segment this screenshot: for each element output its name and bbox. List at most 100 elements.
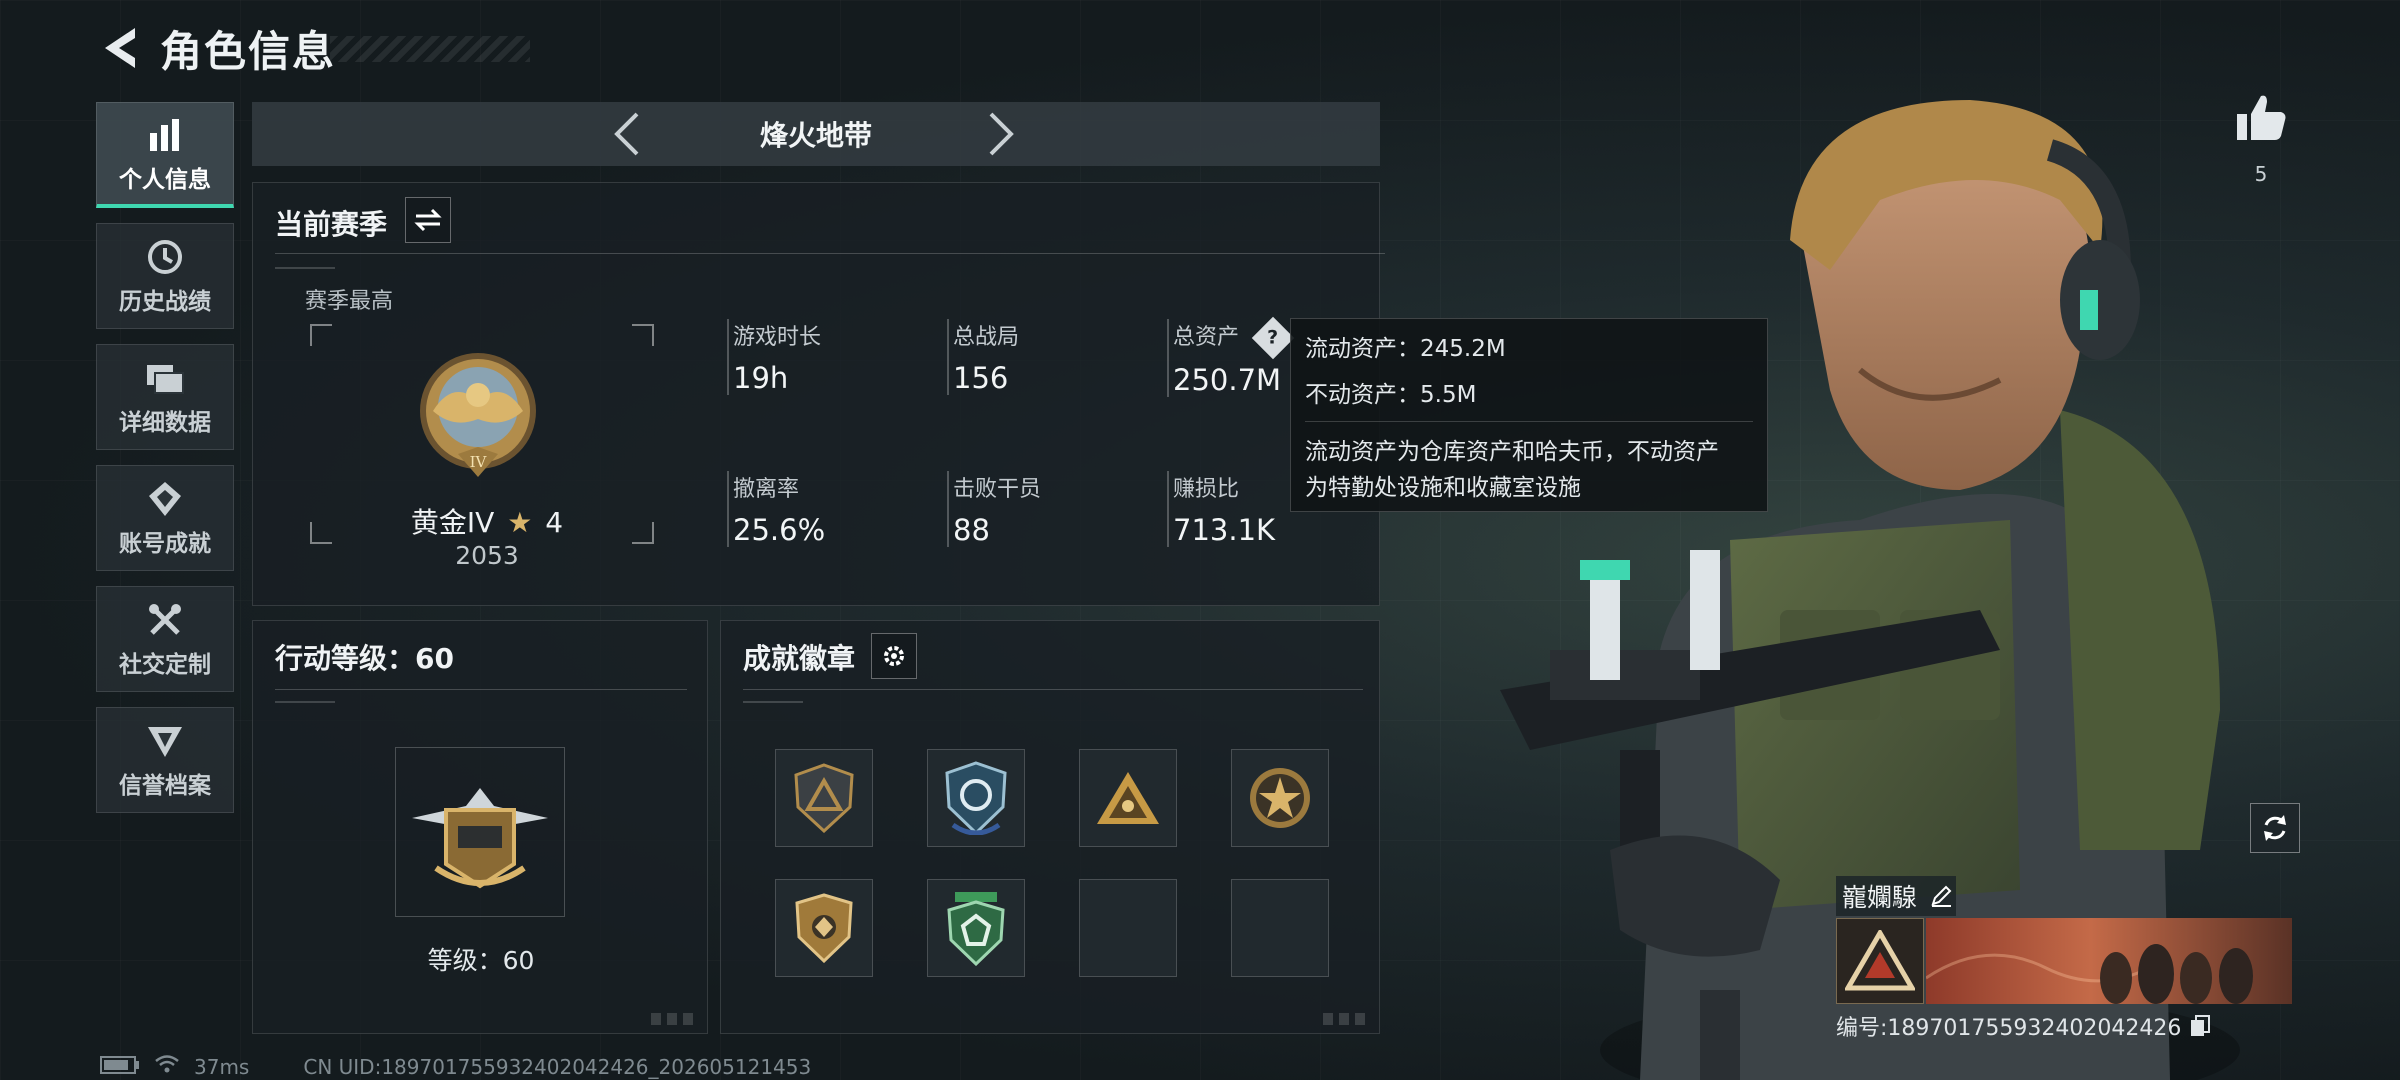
status-bar: 37ms CN UID:189701755932402042426_202605… [100, 1054, 811, 1079]
title-decoration [330, 36, 530, 62]
help-icon[interactable]: ? [1251, 316, 1295, 360]
gear-icon [884, 646, 904, 666]
decoration-marks [743, 701, 803, 709]
season-best-label: 赛季最高 [305, 289, 394, 314]
stat-value: 25.6% [733, 513, 826, 547]
stat-value: 88 [953, 513, 990, 547]
season-title: 当前赛季 [275, 208, 388, 241]
delta-force-emblem [412, 788, 548, 889]
sidebar-item-detailed-data[interactable]: 详细数据 [96, 344, 234, 450]
sidebar-item-social-custom[interactable]: 社交定制 [96, 586, 234, 692]
battery-icon [100, 1055, 140, 1079]
tooltip-liquid-assets: 流动资产：245.2M [1305, 336, 1506, 362]
uid-text: CN UID:189701755932402042426_20260512145… [303, 1054, 812, 1079]
mode-name: 烽火地带 [759, 119, 872, 152]
decoration-marks [275, 267, 335, 275]
sidebar-item-label: 社交定制 [119, 652, 211, 678]
copy-icon[interactable] [2189, 1014, 2211, 1038]
chevron-left-icon [614, 112, 639, 156]
achievement-icon [147, 478, 183, 520]
level-text: 等级：60 [427, 946, 535, 975]
badge-slot[interactable] [1231, 749, 1329, 847]
rank-name: 黄金IV [410, 506, 495, 539]
like-button[interactable]: 5 [2226, 94, 2296, 186]
chevron-right-icon [989, 112, 1014, 156]
badge-slot[interactable] [927, 749, 1025, 847]
refresh-model-button[interactable] [2250, 803, 2300, 853]
badge-slot[interactable] [1079, 749, 1177, 847]
rank-name-row: 黄金IV ★ 4 [337, 501, 637, 541]
back-arrow-icon [105, 28, 135, 68]
player-banner[interactable] [1926, 918, 2292, 1004]
swap-icon [414, 208, 442, 232]
decoration-marks [651, 1013, 697, 1025]
action-level-title: 行动等级：60 [275, 642, 454, 675]
badge-slot[interactable] [775, 879, 873, 977]
stat-label: 总资产 [1173, 325, 1240, 350]
bar-chart-icon [147, 114, 183, 156]
sidebar-item-history[interactable]: 历史战绩 [96, 223, 234, 329]
sidebar-item-achievements[interactable]: 账号成就 [96, 465, 234, 571]
prev-mode-button[interactable] [602, 108, 652, 160]
tooltip-desc-line: 流动资产为仓库资产和哈夫币，不动资产 [1305, 439, 1719, 465]
player-id: 编号:189701755932402042426 [1836, 1016, 2182, 1041]
sidebar-item-reputation[interactable]: 信誉档案 [96, 707, 234, 813]
badge-slot-empty[interactable] [1231, 879, 1329, 977]
badge-settings-button[interactable] [871, 633, 917, 679]
divider [743, 689, 1363, 690]
player-card: 巃孄騡 编号:189701755932402042426 [1836, 876, 2298, 1042]
badge-slot-empty[interactable] [1079, 879, 1177, 977]
page-title: 角色信息 [160, 26, 337, 76]
sidebar-item-personal-info[interactable]: 个人信息 [96, 102, 234, 208]
stat-label-row: 总资产 ? [1173, 316, 1295, 360]
divider [275, 253, 1385, 254]
rank-score: 2053 [455, 541, 519, 570]
badge-slot[interactable] [927, 879, 1025, 977]
player-id-row: 编号:189701755932402042426 [1836, 1010, 2298, 1042]
tooltip-description: 流动资产为仓库资产和哈夫币，不动资产 为特勤处设施和收藏室设施 [1305, 434, 1753, 506]
badge-slot[interactable] [775, 749, 873, 847]
stat-value: 156 [953, 361, 1009, 395]
stat-label: 游戏时长 [733, 325, 822, 350]
stat-total-assets: 总资产 ? 250.7M [1167, 316, 1295, 397]
sidebar-item-label: 账号成就 [119, 531, 211, 557]
refresh-icon [2264, 815, 2286, 841]
stat-kills: 击败干员 88 [947, 471, 1041, 547]
mode-selector: 烽火地带 [252, 102, 1380, 166]
player-name-row: 巃孄騡 [1836, 876, 1956, 916]
stat-value: 250.7M [1173, 363, 1282, 397]
next-mode-button[interactable] [976, 108, 1026, 160]
bronze-shield-badge-icon [795, 893, 853, 963]
tooltip-fixed-assets: 不动资产：5.5M [1305, 382, 1477, 408]
level-emblem-frame [395, 747, 565, 917]
folder-icon [145, 357, 185, 399]
assets-tooltip: 流动资产：245.2M 不动资产：5.5M 流动资产为仓库资产和哈夫币，不动资产… [1290, 318, 1768, 512]
green-shield-badge-icon [947, 892, 1005, 966]
gold-triangle-badge-icon [1097, 772, 1159, 824]
stat-total-matches: 总战局 156 [947, 319, 1019, 395]
switch-season-button[interactable] [405, 197, 451, 243]
stat-value: 713.1K [1173, 513, 1276, 547]
svg-text:IV: IV [470, 453, 488, 471]
star-icon: ★ [507, 506, 533, 539]
wifi-icon [154, 1054, 180, 1079]
tools-icon [146, 599, 184, 641]
player-card-images [1836, 918, 2298, 1004]
back-button[interactable] [96, 18, 146, 78]
stat-extract-rate: 撤离率 25.6% [727, 471, 825, 547]
stat-profit-loss: 赚损比 713.1K [1167, 471, 1275, 547]
edit-icon[interactable] [1929, 884, 1953, 908]
like-count: 5 [2254, 162, 2268, 186]
action-level-panel: 行动等级：60 等级：60 [252, 620, 708, 1034]
stat-label: 撤离率 [733, 477, 800, 502]
achievement-badges-panel: 成就徽章 [720, 620, 1380, 1034]
rank-triangle-icon [1836, 918, 1924, 1004]
rank-stars: 4 [545, 506, 564, 539]
tooltip-divider [1305, 421, 1753, 422]
season-panel: 当前赛季 赛季最高 IV 黄金IV ★ 4 2053 游戏时长 19h 总战局 … [252, 182, 1385, 606]
divider [275, 689, 687, 690]
badges-title: 成就徽章 [743, 642, 856, 675]
history-icon [146, 236, 184, 278]
sidebar: 个人信息 历史战绩 详细数据 账号成就 社交定制 信誉档案 [96, 102, 234, 828]
stat-label: 总战局 [953, 325, 1020, 350]
